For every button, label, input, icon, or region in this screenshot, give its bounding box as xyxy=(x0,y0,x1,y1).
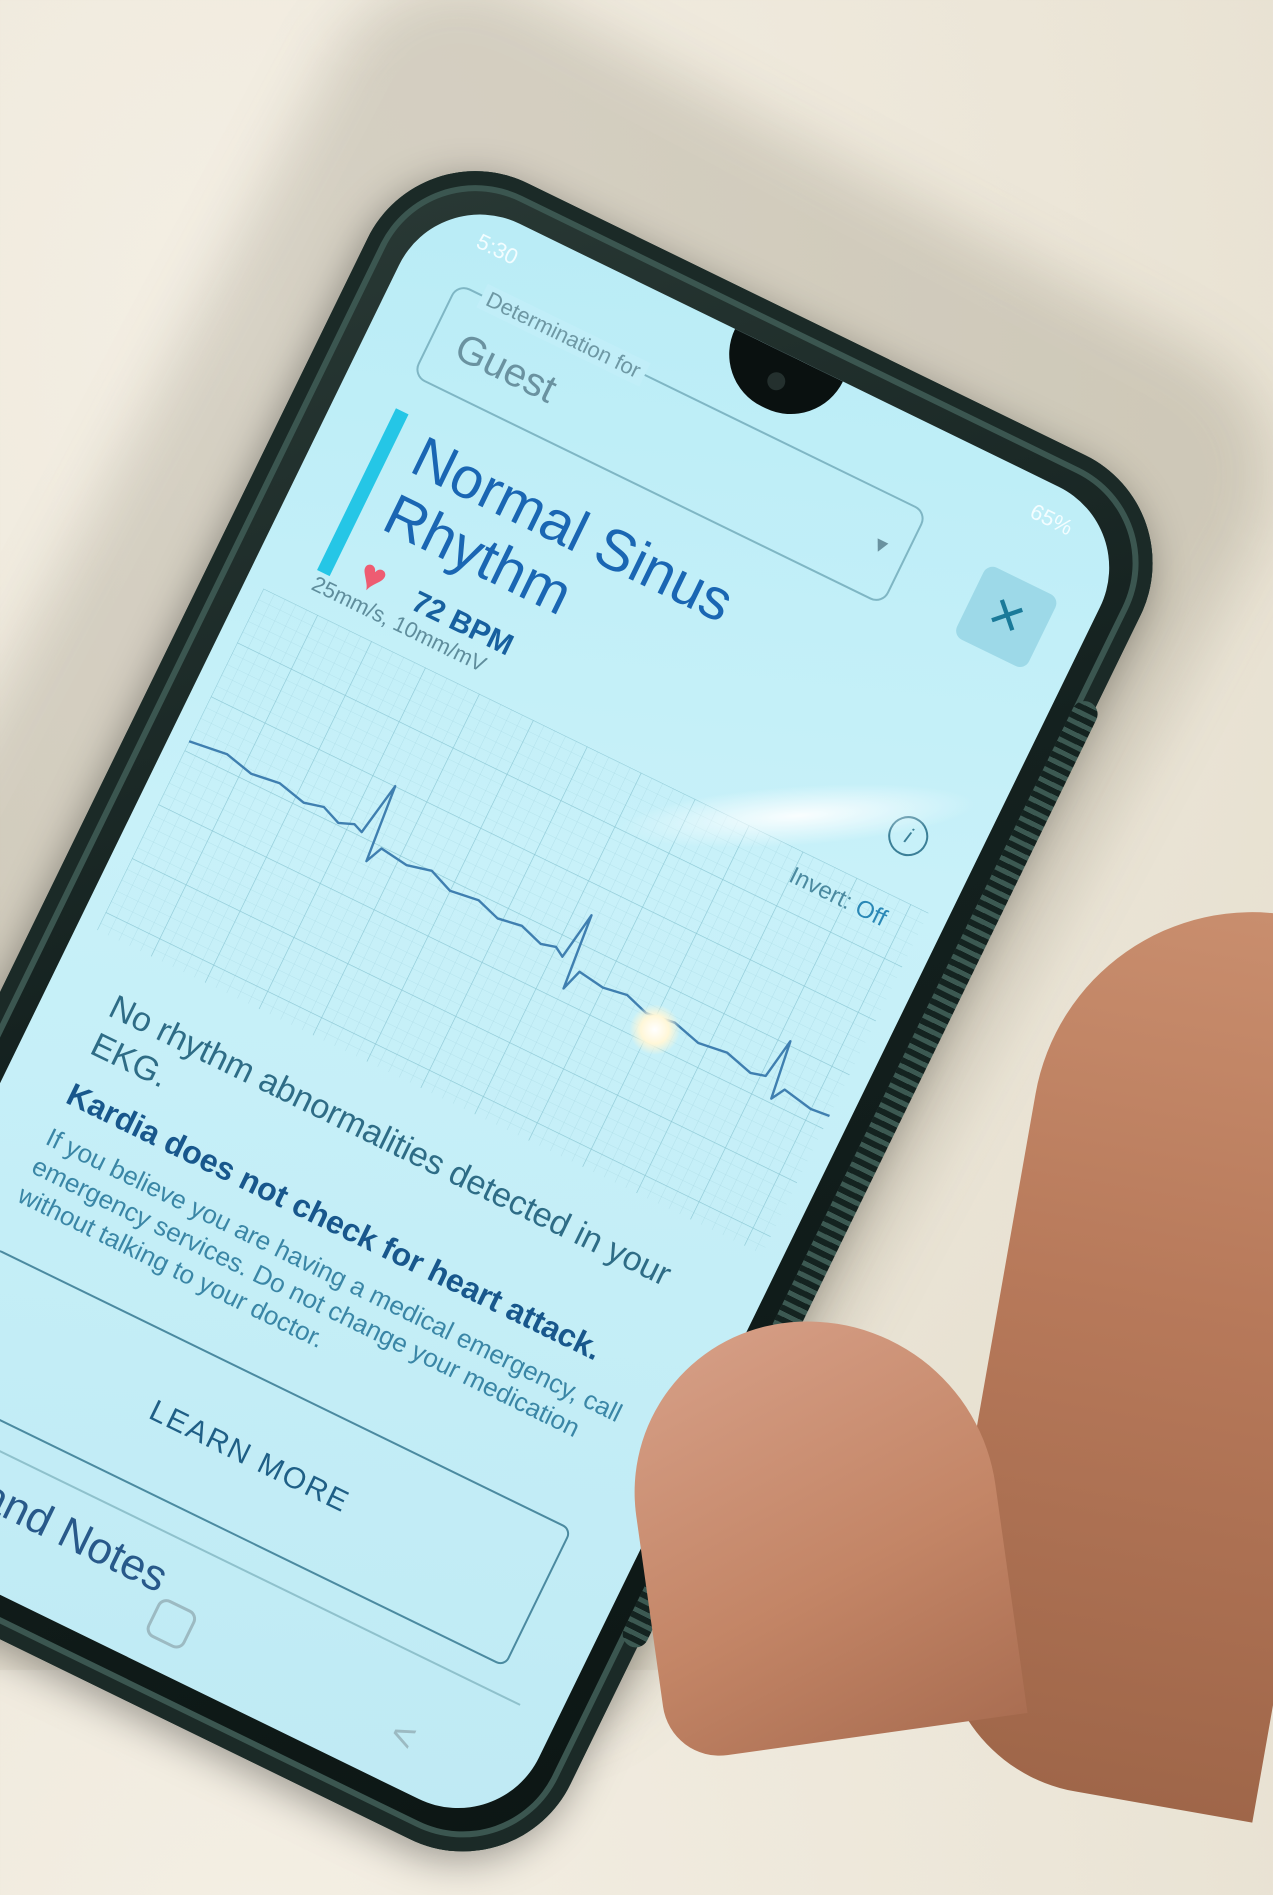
close-button[interactable]: ✕ xyxy=(952,563,1060,671)
chevron-down-icon: ▾ xyxy=(869,530,893,561)
home-icon[interactable] xyxy=(143,1595,200,1652)
result-accent-bar xyxy=(317,408,409,577)
front-camera xyxy=(764,369,789,394)
status-time: 5:30 xyxy=(472,228,523,270)
battery-level: 65% xyxy=(1026,498,1077,541)
close-icon: ✕ xyxy=(979,586,1034,647)
back-icon[interactable]: < xyxy=(382,1711,423,1762)
